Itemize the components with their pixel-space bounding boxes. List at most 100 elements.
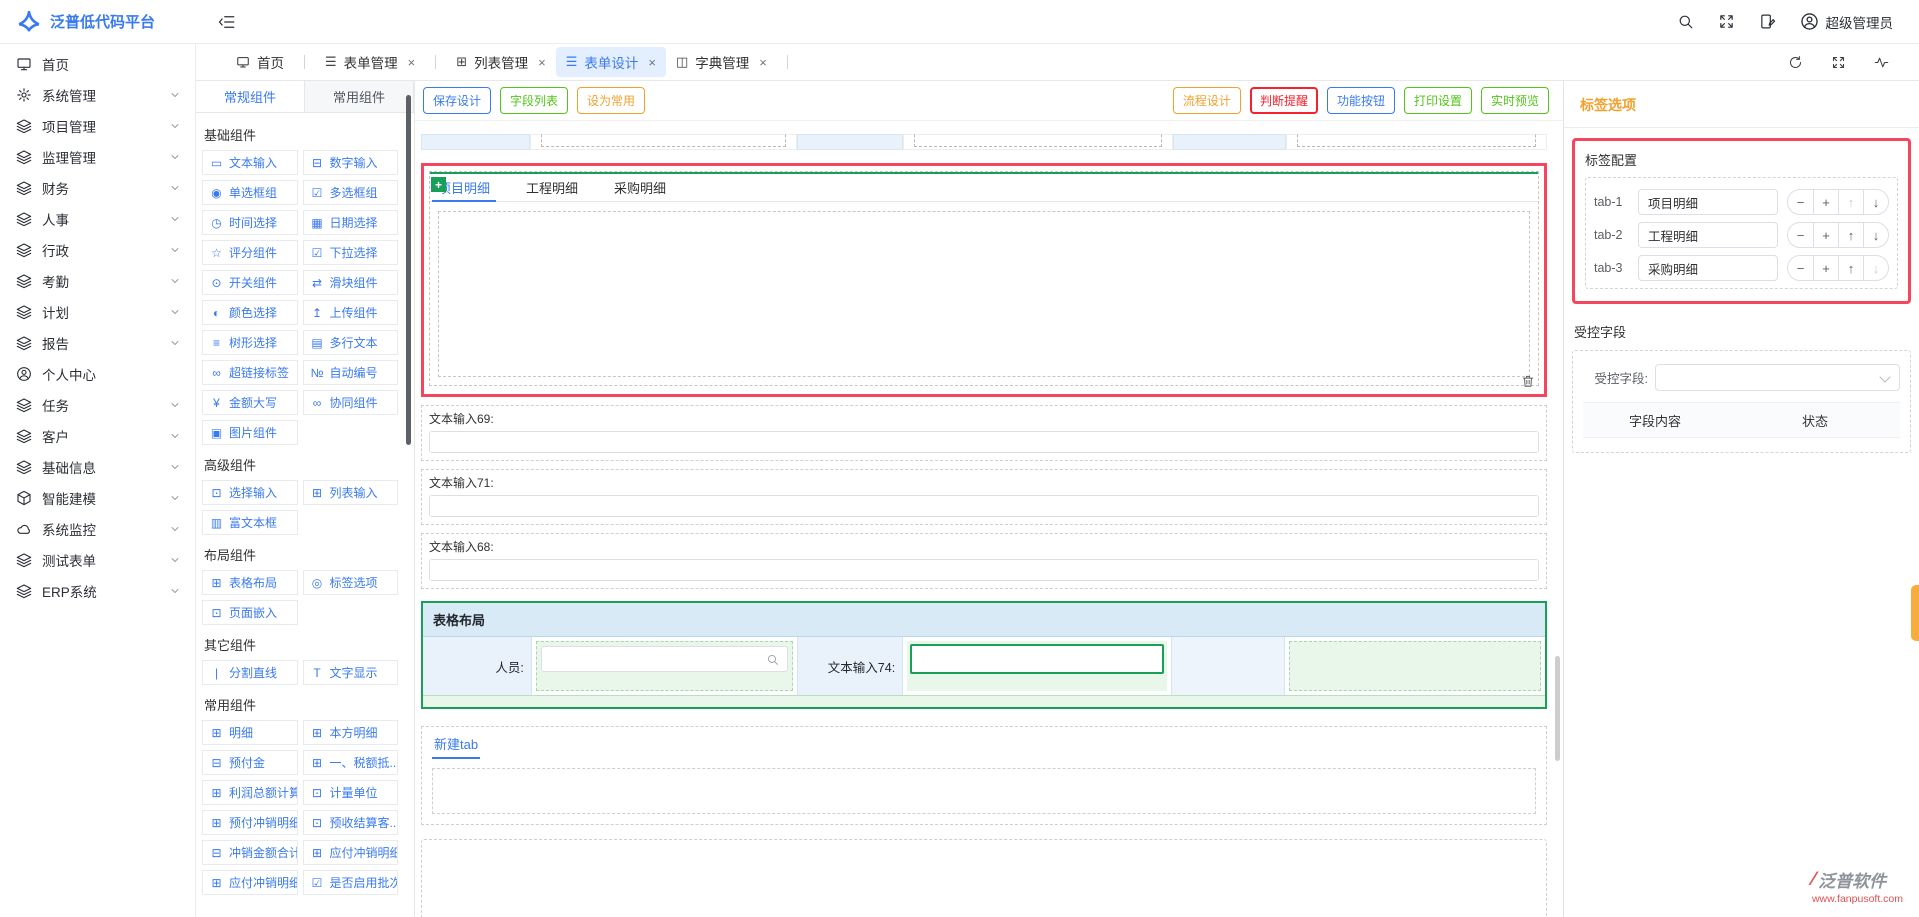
controlled-field-select[interactable]: [1655, 364, 1900, 391]
live-preview-button[interactable]: 实时预览: [1481, 87, 1549, 114]
component-item[interactable]: ☑多选框组: [303, 180, 399, 205]
component-item[interactable]: |分割直线: [202, 660, 298, 685]
component-item[interactable]: ◐颜色选择: [202, 300, 298, 325]
component-item[interactable]: ◉单选框组: [202, 180, 298, 205]
sidebar-item-modeling[interactable]: 智能建模: [0, 482, 195, 513]
component-item[interactable]: ⊡选择输入: [202, 480, 298, 505]
judge-remind-button[interactable]: 判断提醒: [1250, 87, 1318, 114]
fullscreen-icon[interactable]: [1831, 55, 1846, 70]
sidebar-item-base-info[interactable]: 基础信息: [0, 451, 195, 482]
sidebar-collapse-icon[interactable]: [218, 13, 236, 31]
text-input-field-71[interactable]: 文本输入71:: [421, 469, 1547, 525]
floating-edge-handle[interactable]: [1911, 585, 1919, 641]
table-layout-component[interactable]: 表格布局 人员: 文本输入74:: [421, 601, 1547, 709]
component-item[interactable]: ▭文本输入: [202, 150, 298, 175]
component-item[interactable]: ⊞预付冲销明细: [202, 810, 298, 835]
close-icon[interactable]: ×: [408, 55, 416, 70]
canvas-tab-purchase-detail[interactable]: 采购明细: [612, 174, 668, 201]
component-item[interactable]: ◷时间选择: [202, 210, 298, 235]
component-item[interactable]: ⊞明细: [202, 720, 298, 745]
sidebar-item-hr[interactable]: 人事: [0, 203, 195, 234]
component-item[interactable]: ≡树形选择: [202, 330, 298, 355]
component-item[interactable]: ⊞利润总额计算: [202, 780, 298, 805]
field-list-button[interactable]: 字段列表: [500, 87, 568, 114]
component-item[interactable]: ☑下拉选择: [303, 240, 399, 265]
print-setting-button[interactable]: 打印设置: [1404, 87, 1472, 114]
sidebar-item-erp[interactable]: ERP系统: [0, 575, 195, 606]
text-input[interactable]: [429, 431, 1539, 453]
flow-design-button[interactable]: 流程设计: [1173, 87, 1241, 114]
move-down-button[interactable]: ↓: [1863, 223, 1888, 247]
component-item[interactable]: ▦日期选择: [303, 210, 399, 235]
sidebar-item-admin[interactable]: 行政: [0, 234, 195, 265]
sidebar-item-personal[interactable]: 个人中心: [0, 358, 195, 389]
fullscreen-icon[interactable]: [1718, 13, 1735, 30]
component-item[interactable]: ↥上传组件: [303, 300, 399, 325]
move-down-button[interactable]: ↓: [1863, 256, 1888, 280]
set-common-button[interactable]: 设为常用: [577, 87, 645, 114]
drag-handle-icon[interactable]: +: [431, 177, 446, 192]
component-item[interactable]: T文字显示: [303, 660, 399, 685]
empty-cell[interactable]: [1172, 637, 1284, 695]
theme-doc-icon[interactable]: [1759, 13, 1776, 30]
minus-button[interactable]: −: [1788, 190, 1813, 214]
component-item[interactable]: ⊞一、税额抵...: [303, 750, 399, 775]
sidebar-item-supervision[interactable]: 监理管理: [0, 141, 195, 172]
component-item[interactable]: ⊡预收结算客...: [303, 810, 399, 835]
dropzone-cell[interactable]: [1289, 641, 1541, 691]
tab-name-input[interactable]: [1638, 255, 1778, 281]
sidebar-item-customer[interactable]: 客户: [0, 420, 195, 451]
component-item[interactable]: ¥金额大写: [202, 390, 298, 415]
sidebar-item-task[interactable]: 任务: [0, 389, 195, 420]
empty-dropzone[interactable]: [421, 839, 1547, 917]
new-tab-component[interactable]: 新建tab: [421, 726, 1547, 825]
component-item[interactable]: ⊡计量单位: [303, 780, 399, 805]
component-item[interactable]: ⊞表格布局: [202, 570, 298, 595]
tab-name-input[interactable]: [1638, 189, 1778, 215]
sidebar-item-plan[interactable]: 计划: [0, 296, 195, 327]
close-icon[interactable]: ×: [759, 55, 767, 70]
sidebar-item-finance[interactable]: 财务: [0, 172, 195, 203]
palette-scrollbar[interactable]: [406, 95, 411, 445]
text-input[interactable]: [429, 495, 1539, 517]
component-item[interactable]: ☆评分组件: [202, 240, 298, 265]
user-menu[interactable]: 超级管理员: [1800, 12, 1894, 32]
component-item[interactable]: №自动编号: [303, 360, 399, 385]
trash-icon[interactable]: [1521, 374, 1535, 388]
minus-button[interactable]: −: [1788, 223, 1813, 247]
new-tab-dropzone[interactable]: [432, 768, 1536, 814]
close-icon[interactable]: ×: [648, 55, 656, 70]
plus-button[interactable]: +: [1813, 190, 1838, 214]
canvas-scrollbar[interactable]: [1555, 656, 1560, 761]
component-item[interactable]: ⊟冲销金额合计: [202, 840, 298, 865]
page-tab-home[interactable]: 首页: [226, 47, 294, 77]
component-item[interactable]: ⊙开关组件: [202, 270, 298, 295]
move-up-button[interactable]: ↑: [1838, 256, 1863, 280]
page-tab-form-design[interactable]: ☰表单设计×: [556, 47, 666, 77]
close-icon[interactable]: ×: [538, 55, 546, 70]
selected-tabs-component[interactable]: + 项目明细 工程明细 采购明细: [421, 163, 1547, 397]
palette-tab-regular[interactable]: 常规组件: [196, 81, 305, 112]
component-item[interactable]: ⊞应付冲销明细: [303, 840, 399, 865]
person-search-input[interactable]: [541, 646, 788, 672]
component-item[interactable]: ⊞本方明细: [303, 720, 399, 745]
component-item[interactable]: ∞超链接标签: [202, 360, 298, 385]
sidebar-item-test-form[interactable]: 测试表单: [0, 544, 195, 575]
page-tab-dict-mgmt[interactable]: ◫字典管理×: [666, 47, 777, 77]
page-tab-list-mgmt[interactable]: ⊞列表管理×: [446, 47, 556, 77]
component-item[interactable]: ▣图片组件: [202, 420, 298, 445]
sidebar-item-home[interactable]: 首页: [0, 48, 195, 79]
text-input-field-69[interactable]: 文本输入69:: [421, 405, 1547, 461]
component-item[interactable]: ⊟预付金: [202, 750, 298, 775]
component-item[interactable]: ▤多行文本: [303, 330, 399, 355]
new-tab-label[interactable]: 新建tab: [432, 734, 480, 759]
text-input[interactable]: [429, 559, 1539, 581]
move-up-button[interactable]: ↑: [1838, 190, 1863, 214]
component-item[interactable]: ⇄滑块组件: [303, 270, 399, 295]
sidebar-item-report[interactable]: 报告: [0, 327, 195, 358]
plus-button[interactable]: +: [1813, 256, 1838, 280]
move-down-button[interactable]: ↓: [1863, 190, 1888, 214]
page-tab-form-mgmt[interactable]: ☰表单管理×: [315, 47, 425, 77]
sidebar-item-project[interactable]: 项目管理: [0, 110, 195, 141]
component-item[interactable]: ▥富文本框: [202, 510, 298, 535]
